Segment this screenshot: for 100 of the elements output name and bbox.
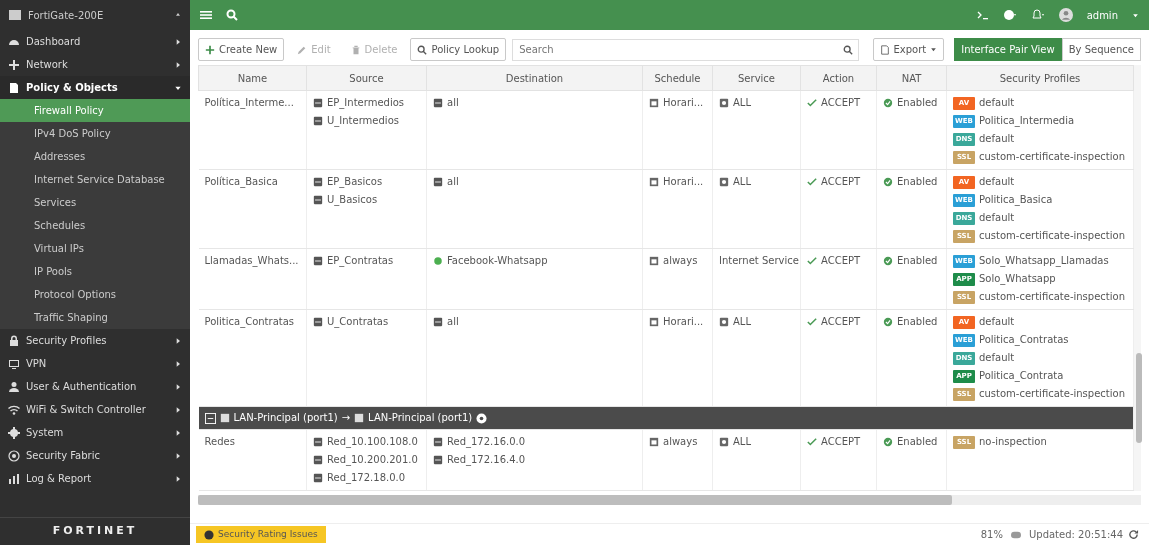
- menu-item[interactable]: System: [26, 425, 168, 440]
- profile-name[interactable]: default: [979, 130, 1015, 148]
- refresh-icon[interactable]: [1128, 529, 1139, 540]
- address-icon: [433, 177, 443, 187]
- search-icon[interactable]: [226, 9, 238, 21]
- chevron-icon[interactable]: [174, 11, 182, 19]
- submenu-item[interactable]: Internet Service Database: [0, 168, 190, 191]
- schedule-name[interactable]: always: [663, 433, 698, 451]
- column-header[interactable]: Name: [237, 72, 268, 84]
- profile-name[interactable]: Politica_Contratas: [979, 331, 1069, 349]
- chevron-icon[interactable]: [174, 405, 182, 414]
- profile-name[interactable]: Politica_Intermedia: [979, 112, 1075, 130]
- search-icon[interactable]: [842, 44, 853, 55]
- address-name[interactable]: Facebook-Whatsapp: [447, 252, 548, 270]
- profile-name[interactable]: no-inspection: [979, 433, 1047, 451]
- address-name[interactable]: all: [447, 94, 459, 112]
- submenu-item[interactable]: Virtual IPs: [0, 237, 190, 260]
- chevron-icon[interactable]: [174, 359, 182, 368]
- menu-item[interactable]: WiFi & Switch Controller: [26, 402, 168, 417]
- profile-name[interactable]: Solo_Whatsapp: [979, 270, 1056, 288]
- chevron-icon[interactable]: [174, 336, 182, 345]
- profile-name[interactable]: default: [979, 209, 1015, 227]
- policy-name[interactable]: Politica_Contratas: [204, 316, 295, 327]
- schedule-name[interactable]: Horari...: [663, 173, 704, 191]
- schedule-name[interactable]: Horari...: [663, 94, 704, 112]
- address-name[interactable]: all: [447, 173, 459, 191]
- address-name[interactable]: Red_10.200.201.0: [327, 451, 418, 469]
- service-name[interactable]: ALL: [733, 433, 751, 451]
- toolbar-button[interactable]: Create New: [198, 38, 285, 61]
- bell-icon[interactable]: [1030, 9, 1045, 21]
- column-header[interactable]: Source: [349, 72, 384, 84]
- submenu-item[interactable]: Schedules: [0, 214, 190, 237]
- submenu-item[interactable]: IP Pools: [0, 260, 190, 283]
- menu-item[interactable]: Dashboard: [26, 34, 168, 49]
- address-name[interactable]: Red_172.16.0.0: [447, 433, 526, 451]
- menu-item[interactable]: Security Fabric: [26, 448, 168, 463]
- scrollbar[interactable]: [198, 495, 953, 505]
- address-name[interactable]: EP_Basicos: [327, 173, 383, 191]
- profile-name[interactable]: Politica_Basica: [979, 191, 1053, 209]
- column-header[interactable]: Action: [822, 72, 855, 84]
- policy-name[interactable]: Política_Interme...: [204, 97, 294, 108]
- submenu-item[interactable]: Services: [0, 191, 190, 214]
- profile-name[interactable]: custom-certificate-inspection: [979, 148, 1125, 166]
- chevron-icon[interactable]: [174, 428, 182, 437]
- profile-name[interactable]: default: [979, 349, 1015, 367]
- address-name[interactable]: all: [447, 313, 459, 331]
- security-rating-button[interactable]: Security Rating Issues: [196, 525, 326, 544]
- address-name[interactable]: U_Basicos: [327, 191, 378, 209]
- address-name[interactable]: Red_10.100.108.0: [327, 433, 418, 451]
- policy-name[interactable]: Llamadas_Whats...: [204, 255, 299, 266]
- chevron-icon[interactable]: [174, 37, 182, 46]
- profile-name[interactable]: custom-certificate-inspection: [979, 288, 1125, 306]
- profile-name[interactable]: default: [979, 94, 1015, 112]
- column-header[interactable]: Destination: [505, 72, 564, 84]
- address-name[interactable]: U_Contratas: [327, 313, 389, 331]
- menu-item[interactable]: Network: [26, 57, 168, 72]
- profile-name[interactable]: Solo_Whatsapp_Llamadas: [979, 252, 1109, 270]
- column-header[interactable]: Service: [738, 72, 775, 84]
- schedule-name[interactable]: always: [663, 252, 698, 270]
- address-name[interactable]: U_Intermedios: [327, 112, 399, 130]
- address-name[interactable]: EP_Intermedios: [327, 94, 404, 112]
- policy-name[interactable]: Política_Basica: [204, 176, 278, 187]
- chevron-icon[interactable]: [174, 474, 182, 483]
- submenu-item[interactable]: IPv4 DoS Policy: [0, 122, 190, 145]
- profile-name[interactable]: default: [979, 173, 1015, 191]
- service-name[interactable]: ALL: [733, 173, 751, 191]
- terminal-icon[interactable]: [976, 9, 989, 21]
- policy-name[interactable]: Redes: [204, 436, 235, 447]
- chevron-icon[interactable]: [174, 382, 182, 391]
- menu-icon[interactable]: [200, 9, 212, 21]
- address-name[interactable]: Red_172.16.4.0: [447, 451, 526, 469]
- profile-name[interactable]: Politica_Contrata: [979, 367, 1064, 385]
- service-name[interactable]: ALL: [733, 313, 751, 331]
- caret-icon[interactable]: [1132, 11, 1139, 19]
- submenu-item[interactable]: Traffic Shaping: [0, 306, 190, 329]
- toolbar-button[interactable]: Policy Lookup: [410, 38, 507, 61]
- profile-name[interactable]: custom-certificate-inspection: [979, 227, 1125, 245]
- scrollbar[interactable]: [1136, 353, 1142, 443]
- service-name[interactable]: Internet Service: [719, 252, 799, 270]
- view-tab[interactable]: By Sequence: [1061, 38, 1141, 61]
- export-button[interactable]: Export: [872, 38, 945, 61]
- chevron-icon[interactable]: [174, 451, 182, 460]
- menu-item[interactable]: Log & Report: [26, 471, 168, 486]
- submenu-item[interactable]: Protocol Options: [0, 283, 190, 306]
- menu-item[interactable]: Security Profiles: [26, 333, 168, 348]
- collapse-icon[interactable]: [204, 412, 216, 424]
- address-name[interactable]: EP_Contratas: [327, 252, 394, 270]
- profile-name[interactable]: custom-certificate-inspection: [979, 385, 1125, 403]
- user-menu[interactable]: admin: [1086, 7, 1118, 23]
- service-name[interactable]: ALL: [733, 94, 751, 112]
- menu-item[interactable]: VPN: [26, 356, 168, 371]
- schedule-name[interactable]: Horari...: [663, 313, 704, 331]
- search-field[interactable]: Search: [512, 38, 859, 61]
- profile-name[interactable]: default: [979, 313, 1015, 331]
- chevron-icon[interactable]: [174, 60, 182, 69]
- address-name[interactable]: Red_172.18.0.0: [327, 469, 406, 487]
- menu-item[interactable]: User & Authentication: [26, 379, 168, 394]
- column-header[interactable]: NAT: [901, 72, 922, 84]
- view-tab[interactable]: Interface Pair View: [954, 38, 1062, 61]
- submenu-item[interactable]: Addresses: [0, 145, 190, 168]
